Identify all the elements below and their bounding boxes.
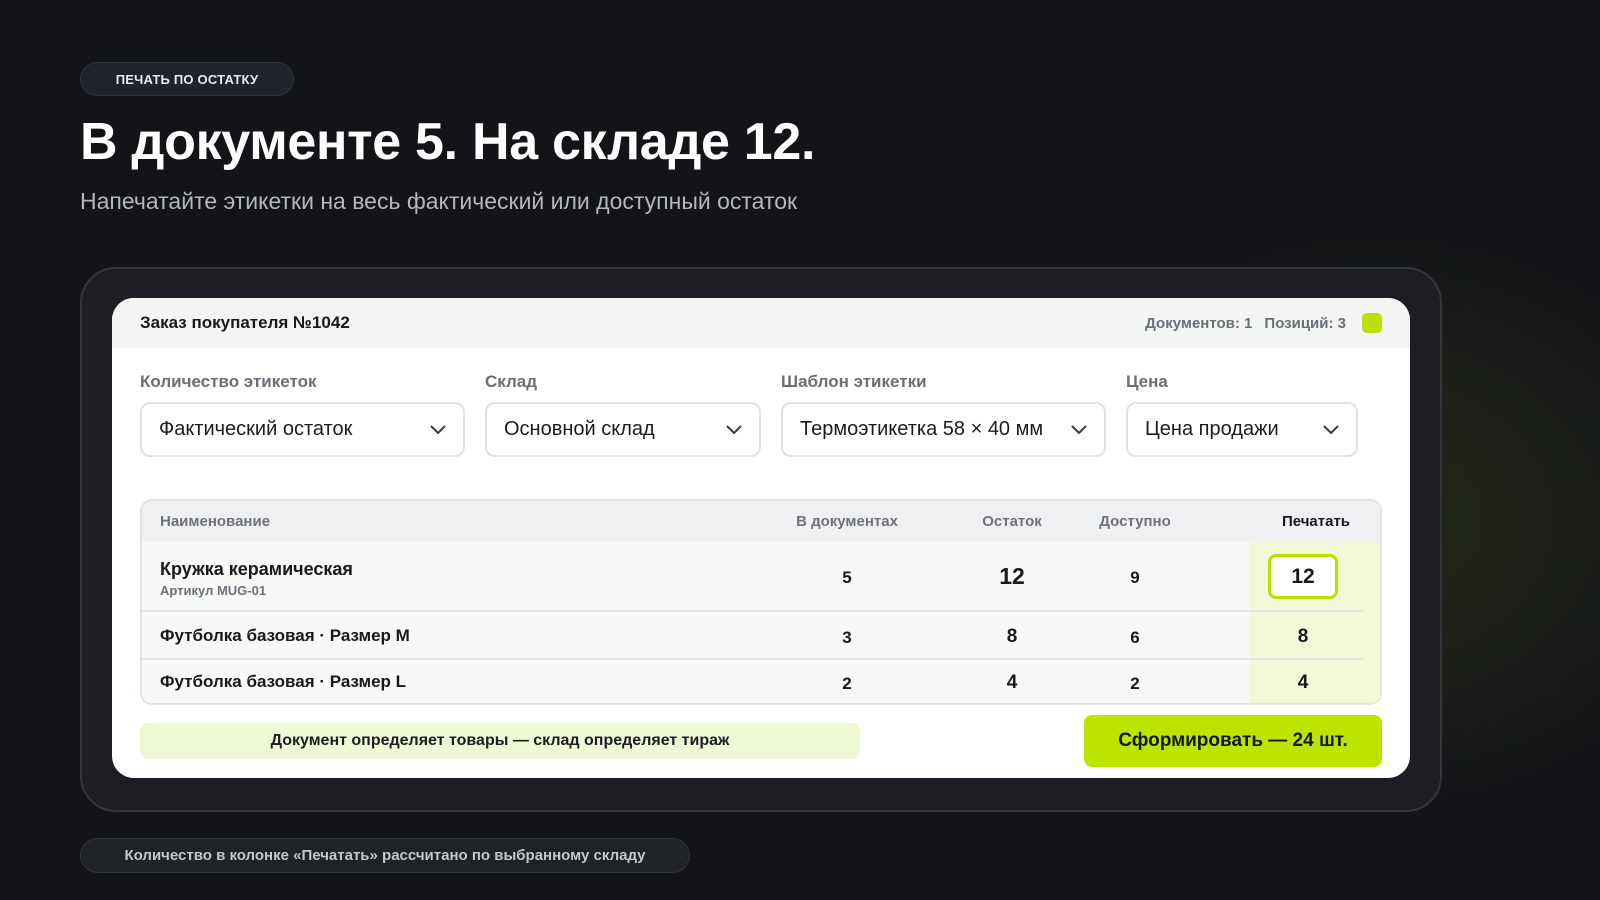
- chevron-down-icon: [1070, 421, 1088, 439]
- table-row: Кружка керамическая Артикул MUG-01 5 12 …: [142, 542, 1380, 611]
- stock-value: 12: [999, 563, 1025, 589]
- print-labels-card: Заказ покупателя №1042 Документов: 1 Поз…: [112, 298, 1410, 778]
- column-header-name: Наименование: [160, 513, 271, 530]
- product-name: Футболка базовая · Размер L: [160, 672, 407, 691]
- in-docs-value: 3: [842, 628, 852, 647]
- filter-label: Склад: [485, 372, 538, 391]
- filter-label: Количество этикеток: [140, 372, 317, 391]
- chevron-down-icon: [1322, 421, 1340, 439]
- hero-subtitle: Напечатайте этикетки на весь фактический…: [80, 188, 798, 214]
- section-badge: ПЕЧАТЬ ПО ОСТАТКУ: [80, 62, 294, 96]
- warehouse-select[interactable]: Основной склад: [485, 402, 761, 457]
- print-value[interactable]: 8: [1263, 626, 1343, 648]
- product-name: Кружка керамическая: [160, 559, 353, 579]
- filter-price: Цена Цена продажи: [1126, 370, 1358, 457]
- in-docs-value: 5: [842, 568, 852, 587]
- table-row: Футболка базовая · Размер M 3 8 6 8: [142, 612, 1380, 659]
- info-banner: Документ определяет товары — склад опред…: [140, 723, 860, 759]
- stock-value: 8: [1006, 626, 1018, 647]
- hero-title: В документе 5. На складе 12.: [80, 113, 816, 171]
- chevron-down-icon: [725, 421, 743, 439]
- product-name: Футболка базовая · Размер M: [160, 626, 410, 645]
- filter-label: Шаблон этикетки: [781, 372, 927, 391]
- available-value: 9: [1130, 568, 1140, 587]
- select-value: Термоэтикетка 58 × 40 мм: [800, 418, 1044, 440]
- filter-warehouse: Склад Основной склад: [485, 370, 761, 457]
- label-template-select[interactable]: Термоэтикетка 58 × 40 мм: [781, 402, 1106, 457]
- filter-label-count: Количество этикеток Фактический остаток: [140, 370, 465, 457]
- positions-count: Позиций: 3: [1264, 314, 1346, 332]
- status-square-icon: [1362, 313, 1382, 333]
- footnote-pill: Количество в колонке «Печатать» рассчита…: [80, 838, 690, 873]
- filter-template: Шаблон этикетки Термоэтикетка 58 × 40 мм: [781, 370, 1106, 457]
- filters-row: Количество этикеток Фактический остаток …: [140, 370, 1382, 460]
- available-value: 2: [1130, 674, 1140, 693]
- product-sku: Артикул MUG-01: [160, 583, 267, 598]
- select-value: Основной склад: [504, 418, 655, 440]
- column-header-available: Доступно: [1099, 513, 1171, 530]
- order-title: Заказ покупателя №1042: [140, 313, 350, 332]
- select-value: Цена продажи: [1145, 418, 1279, 440]
- column-header-stock: Остаток: [982, 513, 1042, 530]
- column-header-in-docs: В документах: [796, 513, 898, 530]
- stock-value: 4: [1006, 672, 1018, 693]
- column-header-print: Печатать: [1281, 513, 1351, 530]
- chevron-down-icon: [429, 421, 447, 439]
- filter-label: Цена: [1126, 372, 1168, 391]
- label-count-select[interactable]: Фактический остаток: [140, 402, 465, 457]
- select-value: Фактический остаток: [159, 418, 353, 440]
- print-quantity-input[interactable]: 12: [1268, 554, 1338, 599]
- print-value[interactable]: 4: [1263, 672, 1343, 694]
- documents-count: Документов: 1: [1145, 314, 1253, 332]
- generate-button[interactable]: Сформировать — 24 шт.: [1084, 715, 1382, 767]
- price-select[interactable]: Цена продажи: [1126, 402, 1358, 457]
- card-meta: Документов: 1 Позиций: 3: [1145, 313, 1382, 333]
- table-row: Футболка базовая · Размер L 2 4 2 4: [142, 660, 1380, 703]
- in-docs-value: 2: [842, 674, 852, 693]
- table-header: Наименование В документах Остаток Доступ…: [142, 501, 1380, 542]
- card-header: Заказ покупателя №1042 Документов: 1 Поз…: [112, 298, 1410, 348]
- available-value: 6: [1130, 628, 1140, 647]
- products-table: Наименование В документах Остаток Доступ…: [140, 499, 1382, 705]
